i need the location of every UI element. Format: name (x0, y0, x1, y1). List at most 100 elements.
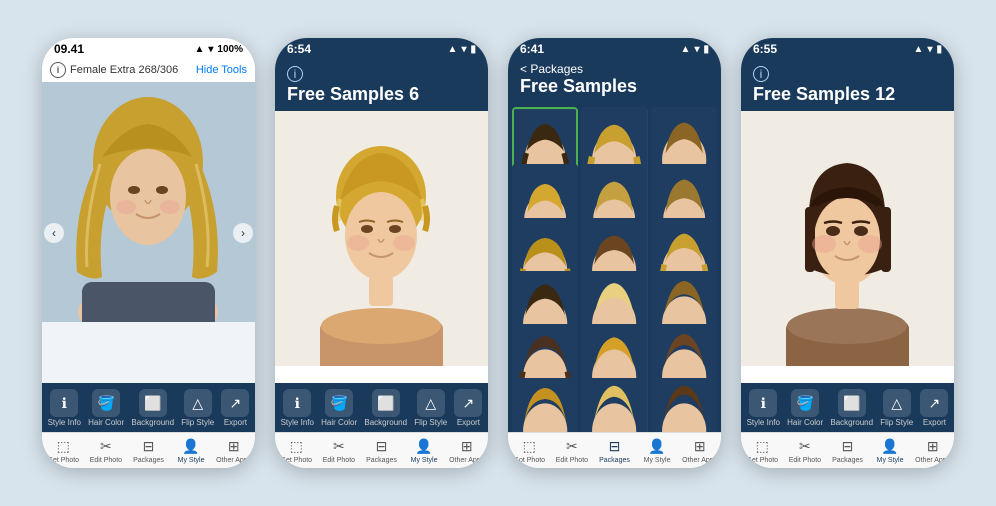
hair-thumb-16[interactable]: 16 (512, 378, 578, 432)
other-apps-icon-3: ⊞ (689, 437, 711, 455)
tool-background[interactable]: ⬜ Background (131, 389, 174, 428)
nav-edit-photo-2[interactable]: ✂ Edit Photo (321, 437, 356, 464)
time-2: 6:54 (287, 42, 311, 56)
tool-bg-label-2: Background (364, 419, 407, 428)
packages-icon-2: ⊟ (370, 437, 392, 455)
tool-hair-color-2[interactable]: 🪣 Hair Color (321, 389, 357, 428)
nav-get-photo-4[interactable]: ⬚ Get Photo (745, 437, 780, 464)
tool-export-2[interactable]: ↗ Export (454, 389, 482, 428)
nav-get-photo-2[interactable]: ⬚ Get Photo (279, 437, 314, 464)
wifi-icon-3: ▾ (694, 44, 699, 55)
nav-edit-photo-4[interactable]: ✂ Edit Photo (787, 437, 822, 464)
packages-icon-1: ⊟ (137, 437, 159, 455)
tool-flip-style-4[interactable]: △ Flip Style (880, 389, 913, 428)
woman2-svg (275, 111, 488, 366)
screen4-header: i Free Samples 12 (741, 58, 954, 111)
nav-edit-photo-1[interactable]: ✂ Edit Photo (88, 437, 123, 464)
hair-color-icon-4: 🪣 (791, 389, 819, 417)
tool-background-2[interactable]: ⬜ Background (364, 389, 407, 428)
tool-flip-style[interactable]: △ Flip Style (181, 389, 214, 428)
nav-packages-1[interactable]: ⊟ Packages (131, 437, 166, 464)
wifi-icon: ▾ (208, 44, 213, 55)
screen1-title: Female Extra 268/306 (70, 64, 178, 76)
nav-my-style-4[interactable]: 👤 My Style (873, 437, 908, 464)
nav-get-photo-1[interactable]: ⬚ Get Photo (46, 437, 81, 464)
arrow-right[interactable]: › (233, 223, 253, 243)
bottom-nav-4: ⬚ Get Photo ✂ Edit Photo ⊟ Packages 👤 My… (741, 432, 954, 468)
background-icon-2: ⬜ (372, 389, 400, 417)
hairstyle-grid: 1 2 (508, 103, 721, 432)
phone-4: 6:55 ▲ ▾ ▮ i Free Samples 12 (741, 38, 954, 468)
hair-thumb-18[interactable]: 18 (651, 378, 717, 432)
my-style-icon-1: 👤 (180, 437, 202, 455)
nav-get-photo-label-4: Get Photo (747, 457, 779, 464)
tool-export[interactable]: ↗ Export (221, 389, 249, 428)
nav-other-apps-2[interactable]: ⊞ Other Apps (449, 437, 484, 464)
signal-icon-3: ▲ (681, 44, 691, 55)
nav-edit-photo-3[interactable]: ✂ Edit Photo (554, 437, 589, 464)
nav-packages-2[interactable]: ⊟ Packages (364, 437, 399, 464)
tool-hair-color[interactable]: 🪣 Hair Color (88, 389, 124, 428)
export-icon-2: ↗ (454, 389, 482, 417)
nav-packages-4[interactable]: ⊟ Packages (830, 437, 865, 464)
nav-got-photo-3[interactable]: ⬚ Got Photo (512, 437, 547, 464)
screen1-photo-area: ‹ › (42, 82, 255, 383)
edit-photo-icon-1: ✂ (95, 437, 117, 455)
info-icon-2[interactable]: i (287, 66, 303, 82)
battery-1: 100% (217, 44, 243, 55)
time-1: 09.41 (54, 42, 84, 56)
tool-export-label-2: Export (457, 419, 480, 428)
nav-other-apps-1[interactable]: ⊞ Other Apps (216, 437, 251, 464)
nav-my-style-2[interactable]: 👤 My Style (407, 437, 442, 464)
tool-bg-label-4: Background (830, 419, 873, 428)
info-icon-4[interactable]: i (753, 66, 769, 82)
wifi-icon-4: ▾ (927, 44, 932, 55)
tool-style-info[interactable]: ℹ Style Info (48, 389, 81, 428)
hide-tools-button[interactable]: Hide Tools (196, 64, 247, 76)
tool-background-4[interactable]: ⬜ Background (830, 389, 873, 428)
tool-style-info-label: Style Info (48, 419, 81, 428)
nav-packages-label-1: Packages (133, 457, 164, 464)
bottom-nav-3: ⬚ Got Photo ✂ Edit Photo ⊟ Packages 👤 My… (508, 432, 721, 468)
edit-photo-icon-4: ✂ (794, 437, 816, 455)
back-button-3[interactable]: < Packages (520, 62, 709, 76)
nav-other-apps-4[interactable]: ⊞ Other Apps (915, 437, 950, 464)
tool-style-info-label-2: Style Info (281, 419, 314, 428)
phone-2: 6:54 ▲ ▾ ▮ i Free Samples 6 (275, 38, 488, 468)
battery-3: ▮ (703, 44, 709, 55)
nav-other-apps-3[interactable]: ⊞ Other Apps (682, 437, 717, 464)
tool-style-info-4[interactable]: ℹ Style Info (747, 389, 780, 428)
tool-style-info-2[interactable]: ℹ Style Info (281, 389, 314, 428)
signal-icon: ▲ (194, 44, 204, 55)
tool-flip-style-2[interactable]: △ Flip Style (414, 389, 447, 428)
hair-color-icon-2: 🪣 (325, 389, 353, 417)
battery-4: ▮ (936, 44, 942, 55)
nav-got-photo-label-3: Got Photo (514, 457, 546, 464)
woman4-svg (741, 111, 954, 366)
export-icon: ↗ (221, 389, 249, 417)
tool-export-4[interactable]: ↗ Export (920, 389, 948, 428)
status-bar-4: 6:55 ▲ ▾ ▮ (741, 38, 954, 58)
tool-hair-color-label-4: Hair Color (787, 419, 823, 428)
tool-hair-color-4[interactable]: 🪣 Hair Color (787, 389, 823, 428)
screen4-title: Free Samples 12 (753, 84, 895, 104)
nav-edit-photo-label-4: Edit Photo (789, 457, 821, 464)
woman1-svg (42, 82, 255, 322)
nav-my-style-1[interactable]: 👤 My Style (174, 437, 209, 464)
packages-icon-3: ⊟ (603, 437, 625, 455)
nav-packages-3[interactable]: ⊟ Packages (597, 437, 632, 464)
signal-icon-4: ▲ (914, 44, 924, 55)
nav-other-apps-label-3: Other Apps (682, 457, 717, 464)
info-icon-1[interactable]: i (50, 62, 66, 78)
hair-thumb-17[interactable]: 17 (581, 378, 647, 432)
arrow-left[interactable]: ‹ (44, 223, 64, 243)
nav-get-photo-label-2: Get Photo (281, 457, 313, 464)
other-apps-icon-2: ⊞ (456, 437, 478, 455)
battery-2: ▮ (470, 44, 476, 55)
my-style-icon-2: 👤 (413, 437, 435, 455)
tool-export-label: Export (224, 419, 247, 428)
screen2-header: i Free Samples 6 (275, 58, 488, 111)
toolbar-4: ℹ Style Info 🪣 Hair Color ⬜ Background △… (741, 383, 954, 432)
time-4: 6:55 (753, 42, 777, 56)
nav-my-style-3[interactable]: 👤 My Style (640, 437, 675, 464)
